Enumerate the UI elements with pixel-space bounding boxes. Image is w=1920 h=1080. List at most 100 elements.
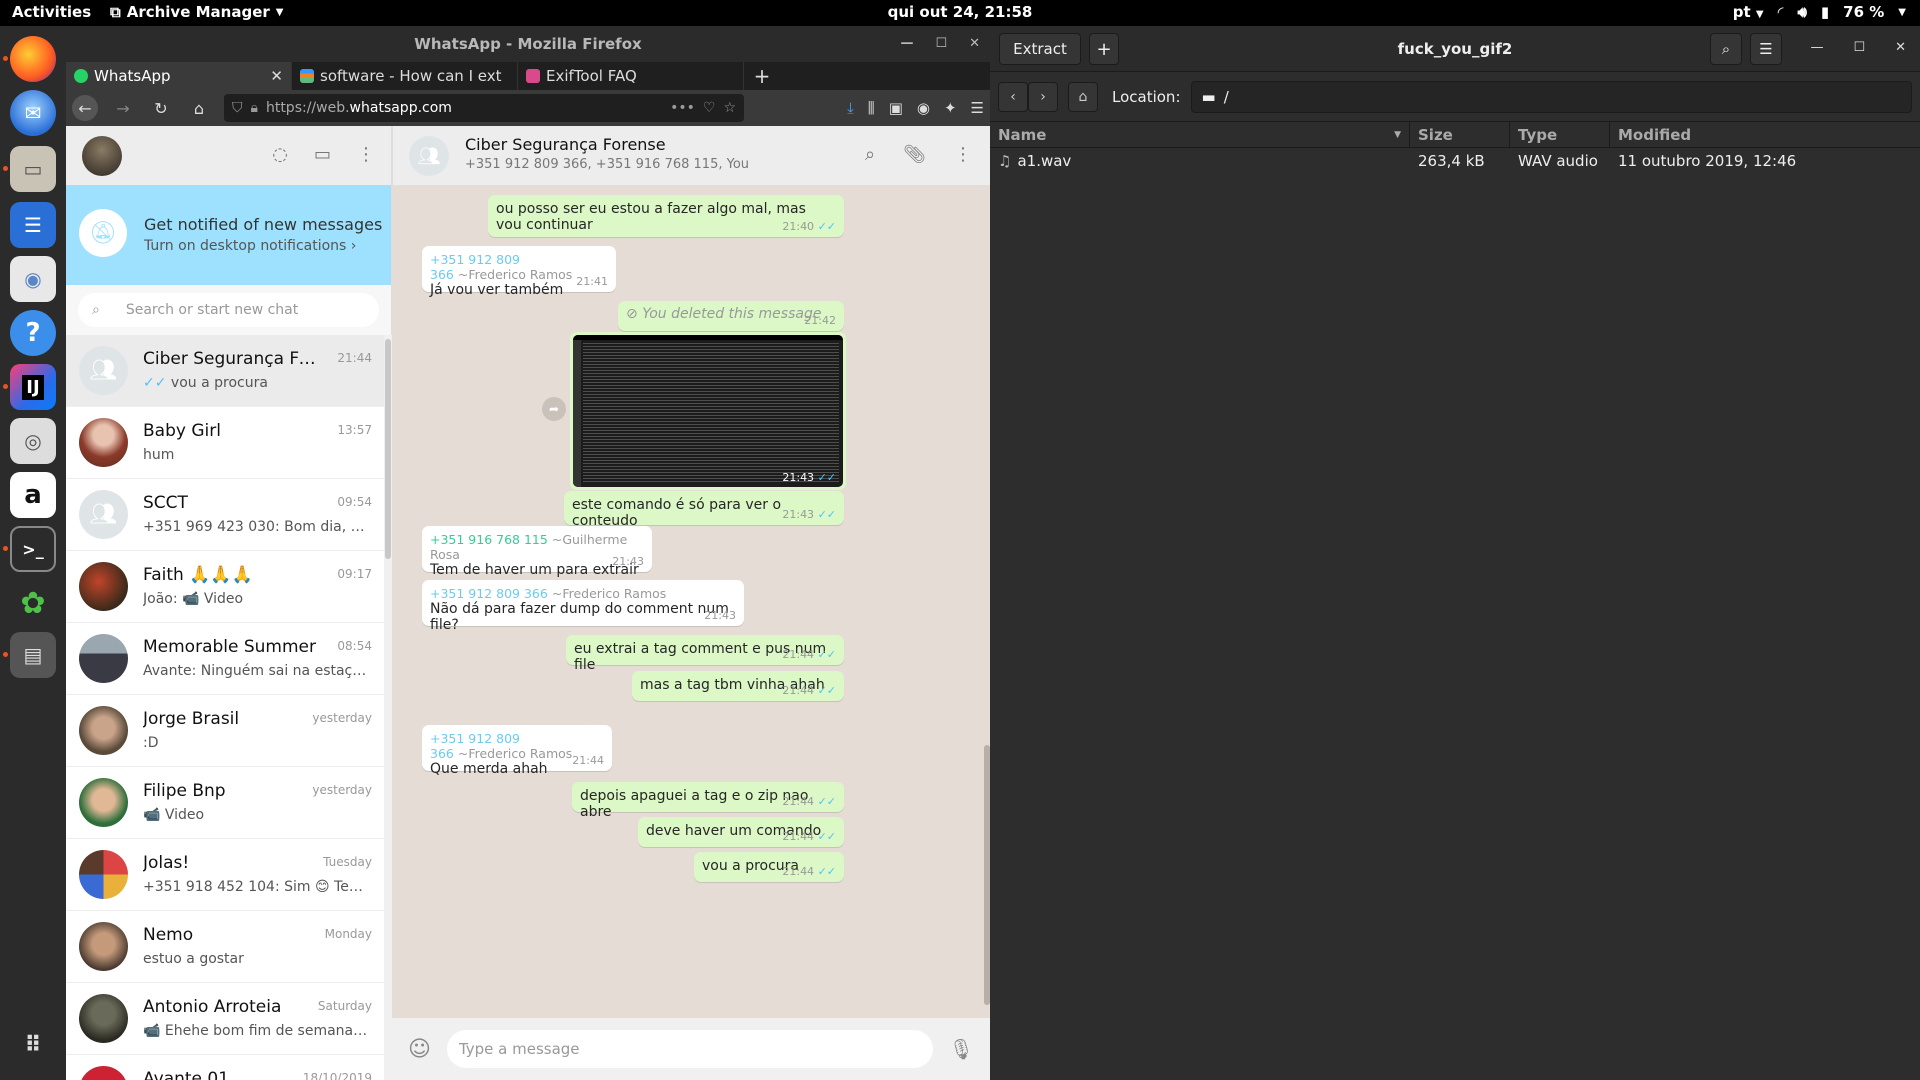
column-header-size[interactable]: Size: [1410, 122, 1510, 147]
back-button[interactable]: ‹: [998, 81, 1028, 112]
message-outgoing[interactable]: deve haver um comando 21:44 ✓✓: [638, 817, 844, 847]
sidebar-icon[interactable]: ▣: [889, 99, 903, 117]
chat-item-antonio-arroteia[interactable]: Antonio Arroteia Saturday 📹 Ehehe bom fi…: [66, 983, 384, 1055]
chat-item-jorge-brasil[interactable]: Jorge Brasil yesterday :D: [66, 695, 384, 767]
new-chat-icon[interactable]: ▭: [314, 144, 331, 165]
search-icon[interactable]: ⌕: [865, 144, 875, 165]
close-button[interactable]: ✕: [969, 26, 980, 62]
archive-manager-dock-icon[interactable]: ▤: [10, 632, 56, 678]
message-outgoing[interactable]: este comando é só para ver o conteudo 21…: [564, 491, 844, 529]
forward-button[interactable]: ›: [1028, 81, 1058, 112]
tab-software[interactable]: software - How can I ext: [292, 62, 518, 90]
tab-exiftool[interactable]: ExifTool FAQ: [518, 62, 744, 90]
chat-item-ciber-seguranca[interactable]: 👥︎ Ciber Segurança Forense 21:44 ✓✓ vou …: [66, 335, 384, 407]
account-icon[interactable]: ◉: [917, 99, 930, 117]
clock[interactable]: qui out 24, 21:58: [888, 3, 1033, 21]
add-files-button[interactable]: +: [1089, 33, 1119, 65]
avatar[interactable]: [82, 136, 122, 176]
activities-button[interactable]: Activities: [12, 3, 91, 21]
chat-item-faith[interactable]: Faith 🙏🙏🙏 09:17 João: 📹 Video: [66, 551, 384, 623]
chat-item-memorable-summer[interactable]: Memorable Summer 08:54 Avante: Ninguém s…: [66, 623, 384, 695]
speaker-app-icon[interactable]: ◎: [10, 418, 56, 464]
notify-link[interactable]: Turn on desktop notifications ›: [144, 238, 356, 254]
column-header-modified[interactable]: Modified: [1610, 122, 1920, 147]
reload-button[interactable]: ↻: [148, 95, 174, 121]
back-button[interactable]: ←: [72, 95, 98, 121]
menu-button[interactable]: ☰: [1750, 33, 1782, 65]
help-icon[interactable]: ?: [10, 310, 56, 356]
table-row[interactable]: ♫ a1.wav 263,4 kB WAV audio 11 outubro 2…: [990, 148, 1920, 174]
image-message[interactable]: 21:43 ✓✓: [570, 332, 846, 490]
message-incoming[interactable]: +351 912 809 366 ~Frederico Ramos Não dá …: [422, 580, 744, 633]
search-button[interactable]: ⌕: [1710, 33, 1742, 65]
message-incoming[interactable]: +351 916 768 115 ~Guilherme Rosa Tem de h…: [422, 526, 652, 578]
thunderbird-icon[interactable]: ✉: [10, 90, 56, 136]
software-center-icon[interactable]: ◉: [10, 256, 56, 302]
column-header-type[interactable]: Type: [1510, 122, 1610, 147]
conversation-panel: 👥︎ Ciber Segurança Forense +351 912 809 …: [392, 126, 990, 1080]
column-header-name[interactable]: Name ▼: [990, 122, 1410, 147]
hexchat-icon[interactable]: ✿: [10, 580, 56, 626]
message-incoming[interactable]: +351 912 809 366 ~Frederico Ramos Que mer…: [422, 725, 612, 777]
conversation-header[interactable]: 👥︎ Ciber Segurança Forense +351 912 809 …: [392, 126, 990, 185]
chat-item-filipe-bnp[interactable]: Filipe Bnp yesterday 📹 Video: [66, 767, 384, 839]
message-deleted[interactable]: ⊘ You deleted this message 21:42: [618, 301, 844, 331]
chat-item-avante[interactable]: Avante 01 18/10/2019: [66, 1055, 384, 1080]
intellij-icon[interactable]: IJ: [10, 364, 56, 410]
chat-item-nemo[interactable]: Nemo Monday estuo a gostar: [66, 911, 384, 983]
message-incoming[interactable]: +351 912 809 366 ~Frederico Ramos Já vou …: [422, 246, 616, 298]
menu-dots-icon[interactable]: ⋮: [954, 144, 972, 165]
firefox-icon[interactable]: [10, 36, 56, 82]
notification-banner[interactable]: 🔕︎ Get notified of new messages Turn on …: [66, 185, 391, 285]
chat-list-scrollbar[interactable]: [384, 335, 392, 1080]
libreoffice-writer-icon[interactable]: ☰: [10, 202, 56, 248]
message-outgoing[interactable]: depois apaguei a tag e o zip nao abre 21…: [572, 782, 844, 820]
extensions-icon[interactable]: ✦: [944, 99, 957, 117]
new-tab-button[interactable]: +: [744, 62, 780, 90]
emoji-icon[interactable]: ☺: [408, 1037, 431, 1062]
menu-icon[interactable]: ☰: [971, 99, 984, 117]
forward-button[interactable]: →: [110, 95, 136, 121]
message-outgoing[interactable]: ou posso ser eu estou a fazer algo mal, …: [488, 195, 844, 237]
chat-item-jolas[interactable]: Jolas! Tuesday +351 918 452 104: Sim 😊 T…: [66, 839, 384, 911]
show-apps-icon[interactable]: ⠿: [10, 1022, 56, 1068]
avatar: [79, 562, 128, 611]
page-actions-icon[interactable]: •••: [670, 100, 695, 116]
forward-icon[interactable]: ➦: [542, 397, 566, 421]
terminal-icon[interactable]: >_: [10, 526, 56, 572]
maximize-button[interactable]: ☐: [935, 26, 947, 62]
archive-headerbar: Extract + fuck_you_gif2 ⌕ ☰ — ☐ ✕: [990, 26, 1920, 72]
menu-dots-icon[interactable]: ⋮: [357, 144, 375, 165]
chat-item-baby-girl[interactable]: Baby Girl 13:57 hum: [66, 407, 384, 479]
microphone-icon[interactable]: 🎙︎: [949, 1037, 974, 1061]
search-input[interactable]: ⌕ Search or start new chat: [78, 293, 379, 327]
library-icon[interactable]: ⫼: [868, 99, 875, 117]
language-indicator[interactable]: pt ▼: [1733, 3, 1764, 21]
system-tray[interactable]: pt ▼ ◜ 🔊︎ ▮ 76 % ▼: [1733, 3, 1906, 21]
amazon-icon[interactable]: a: [10, 472, 56, 518]
minimize-button[interactable]: —: [900, 26, 913, 62]
status-icon[interactable]: ◌: [272, 144, 288, 165]
maximize-button[interactable]: ☐: [1853, 40, 1865, 55]
message-outgoing[interactable]: mas a tag tbm vinha ahah 21:44 ✓✓: [632, 671, 844, 701]
pocket-icon[interactable]: ♡: [703, 100, 716, 116]
message-input[interactable]: Type a message: [446, 1030, 933, 1068]
downloads-icon[interactable]: ⤓: [847, 99, 854, 117]
files-icon[interactable]: ▭: [10, 146, 56, 192]
attach-icon[interactable]: 📎︎: [903, 144, 926, 165]
tab-whatsapp[interactable]: WhatsApp ✕: [66, 62, 292, 90]
minimize-button[interactable]: —: [1810, 40, 1823, 55]
location-field[interactable]: ▬ /: [1190, 80, 1912, 113]
extract-button[interactable]: Extract: [999, 33, 1081, 65]
close-button[interactable]: ✕: [1895, 40, 1906, 55]
folder-icon: ▬: [1201, 87, 1216, 106]
app-menu[interactable]: ⧉ Archive Manager ▼: [110, 3, 283, 21]
message-outgoing[interactable]: vou a procura 21:44 ✓✓: [694, 852, 844, 882]
message-outgoing[interactable]: eu extrai a tag comment e pus num file 2…: [566, 635, 844, 673]
chat-item-scct[interactable]: 👥︎ SCCT 09:54 +351 969 423 030: Bom dia,…: [66, 479, 384, 551]
url-bar[interactable]: ⛉ 🔒︎ https://web.whatsapp.com ••• ♡ ☆: [224, 94, 744, 122]
home-button[interactable]: ⌂: [186, 95, 212, 121]
bookmark-star-icon[interactable]: ☆: [723, 100, 736, 116]
close-tab-icon[interactable]: ✕: [270, 67, 283, 85]
home-button[interactable]: ⌂: [1068, 81, 1098, 112]
